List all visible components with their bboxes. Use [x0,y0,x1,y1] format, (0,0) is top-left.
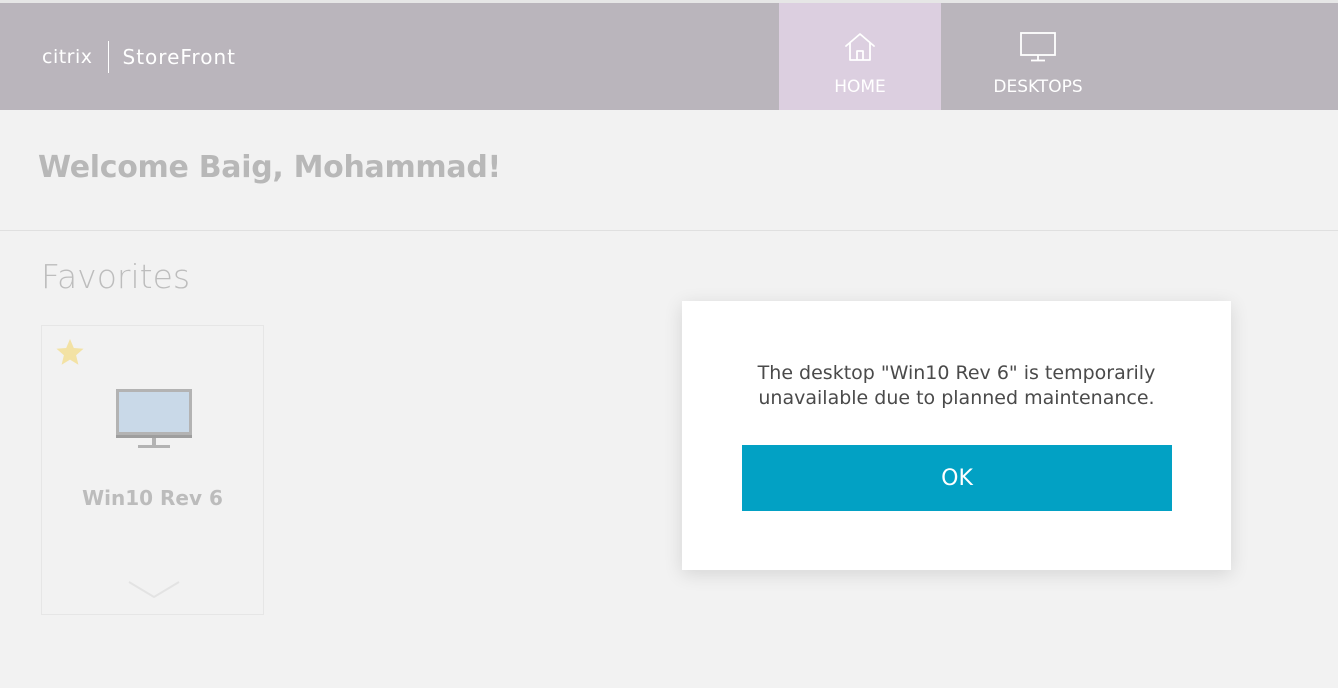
chevron-down-icon[interactable] [128,580,180,605]
storefront-logo-text: StoreFront [122,45,236,69]
tab-home-label: HOME [834,77,886,97]
favorite-tile-win10-rev-6[interactable]: Win10 Rev 6 [41,325,264,615]
dialog-message: The desktop "Win10 Rev 6" is temporarily… [757,362,1156,409]
tab-desktops[interactable]: DESKTOPS [941,3,1135,110]
section-divider [0,230,1338,231]
header-bar: citrix StoreFront HOME DESKTOPS [0,3,1338,110]
brand-logo: citrix StoreFront [42,41,236,73]
citrix-logo-text: citrix [42,46,93,68]
ok-button[interactable]: OK [742,445,1172,511]
tab-home[interactable]: HOME [779,3,941,110]
logo-divider [107,41,109,73]
welcome-message: Welcome Baig, Mohammad! [38,150,501,185]
favorites-heading: Favorites [41,257,191,296]
tile-label: Win10 Rev 6 [82,486,223,510]
star-icon[interactable] [55,338,85,371]
maintenance-dialog: The desktop "Win10 Rev 6" is temporarily… [682,301,1231,570]
home-icon [843,31,877,68]
tab-desktops-label: DESKTOPS [993,77,1083,97]
desktop-monitor-icon [115,388,193,455]
monitor-icon [1019,31,1057,68]
